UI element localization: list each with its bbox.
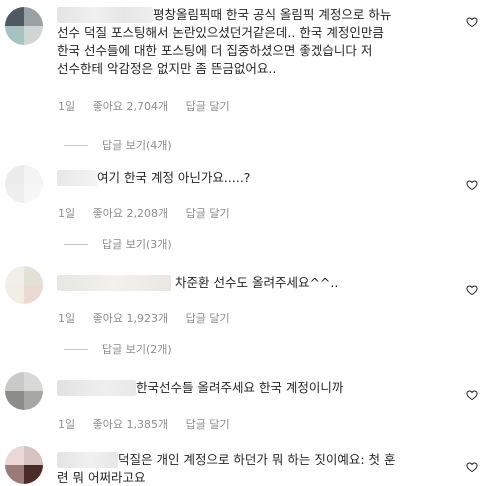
heart-icon[interactable] — [466, 461, 478, 473]
view-replies-label: 답글 보기(3개) — [102, 238, 172, 251]
comment-time: 1일 — [58, 100, 76, 113]
comment-time: 1일 — [58, 207, 76, 220]
comment-meta: 1일 좋아요 2,704개 답글 달기 — [58, 98, 244, 114]
reply-button[interactable]: 답글 달기 — [186, 207, 230, 220]
replies-divider — [64, 348, 88, 350]
comment-time: 1일 — [58, 418, 76, 431]
comment-likes[interactable]: 좋아요 2,704개 — [93, 100, 168, 113]
comment-likes[interactable]: 좋아요 1,923개 — [93, 312, 168, 325]
comment-text-line: 여기 한국 계정 아닌가요.....? — [97, 170, 251, 185]
avatar[interactable] — [5, 7, 43, 45]
view-replies-label: 답글 보기(2개) — [102, 343, 172, 356]
heart-icon[interactable] — [466, 389, 478, 401]
comment-text-line: 련 뭐 어쩌라고요 — [57, 470, 146, 485]
comment-time: 1일 — [58, 312, 76, 325]
comment-likes[interactable]: 좋아요 2,208개 — [93, 207, 168, 220]
comment-text-line: 평창올림픽때 한국 공식 올림픽 계정으로 하뉴 — [153, 7, 392, 22]
view-replies-label: 답글 보기(4개) — [102, 139, 172, 152]
reply-button[interactable]: 답글 달기 — [186, 100, 230, 113]
comment-text-line: 한국 선수들에 대한 포스팅에 더 집중하셨으면 좋겠습니다 저 — [57, 43, 373, 58]
avatar[interactable] — [5, 266, 43, 304]
reply-button[interactable]: 답글 달기 — [186, 418, 230, 431]
username[interactable] — [57, 380, 136, 396]
heart-icon[interactable] — [466, 179, 478, 191]
view-replies-button[interactable]: 답글 보기(3개) — [64, 236, 172, 252]
view-replies-button[interactable]: 답글 보기(4개) — [64, 137, 172, 153]
reply-button[interactable]: 답글 달기 — [186, 312, 230, 325]
replies-divider — [64, 144, 88, 146]
comment-likes[interactable]: 좋아요 1,385개 — [93, 418, 168, 431]
view-replies-button[interactable]: 답글 보기(2개) — [64, 341, 172, 357]
username[interactable] — [57, 170, 97, 186]
comment-meta: 1일 좋아요 2,208개 답글 달기 — [58, 205, 244, 221]
comment-meta: 1일 좋아요 1,385개 답글 달기 — [58, 416, 244, 432]
avatar[interactable] — [5, 165, 43, 203]
comment-text-line: 한국선수들 올려주세요 한국 계정이니까 — [136, 380, 344, 395]
username[interactable] — [57, 7, 153, 23]
avatar[interactable] — [5, 446, 43, 484]
heart-icon[interactable] — [466, 284, 478, 296]
comment-meta: 1일 좋아요 1,923개 답글 달기 — [58, 310, 244, 326]
comment-text-line: 차준환 선수도 올려주세요^^.. — [175, 275, 339, 290]
heart-icon[interactable] — [466, 16, 478, 28]
username[interactable] — [57, 275, 171, 291]
username[interactable] — [57, 452, 118, 468]
comment-text-line: 선수한테 악감정은 없지만 좀 뜬금없어요.. — [57, 61, 277, 76]
comment-text-line: 선수 덕질 포스팅해서 논란있으셨던거같은데.. 한국 계정인만큼 — [57, 25, 384, 40]
comment-text-line: 덕질은 개인 계정으로 하던가 뭐 하는 짓이예요: 첫 훈 — [118, 452, 396, 467]
replies-divider — [64, 243, 88, 245]
avatar[interactable] — [5, 372, 43, 410]
